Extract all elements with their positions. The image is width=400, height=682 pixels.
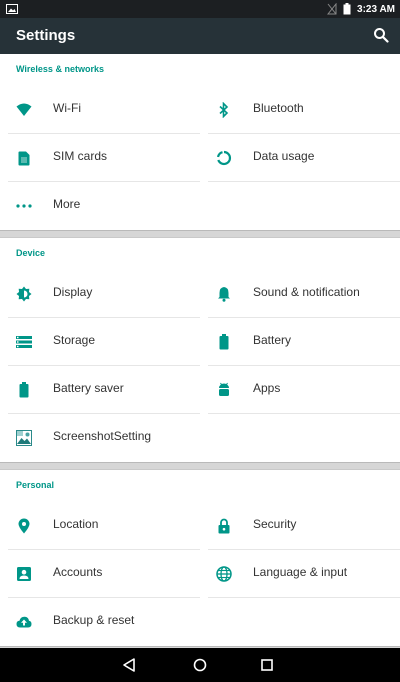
image-icon xyxy=(6,4,18,14)
wifi-icon xyxy=(16,102,32,118)
settings-item-backup-reset[interactable]: Backup & reset xyxy=(8,598,200,646)
search-icon[interactable] xyxy=(373,27,389,43)
settings-item-label: Security xyxy=(253,517,297,531)
bell-icon xyxy=(216,286,232,302)
settings-item-label: SIM cards xyxy=(53,149,108,163)
settings-list[interactable]: Wireless & networks Wi-Fi Bluetooth SIM … xyxy=(0,54,400,648)
settings-item-sound-notification[interactable]: Sound & notification xyxy=(208,270,400,318)
settings-item-label: Battery saver xyxy=(53,381,124,395)
section-wireless-networks: Wireless & networks Wi-Fi Bluetooth SIM … xyxy=(0,54,400,230)
empty-tile xyxy=(208,182,400,230)
empty-tile xyxy=(208,598,400,646)
settings-item-sim-cards[interactable]: SIM cards xyxy=(8,134,200,182)
section-header: Wireless & networks xyxy=(16,64,104,74)
settings-item-label: ScreenshotSetting xyxy=(53,429,152,443)
storage-icon xyxy=(16,334,32,350)
sim-card-icon xyxy=(16,150,32,166)
android-icon xyxy=(216,382,232,398)
settings-item-screenshot-setting[interactable]: ScreenshotSetting xyxy=(8,414,200,462)
settings-item-accounts[interactable]: Accounts xyxy=(8,550,200,598)
empty-tile xyxy=(208,414,400,462)
settings-item-apps[interactable]: Apps xyxy=(208,366,400,414)
settings-item-label: Accounts xyxy=(53,565,103,579)
home-icon[interactable] xyxy=(192,657,208,673)
location-icon xyxy=(16,518,32,534)
settings-item-language-input[interactable]: Language & input xyxy=(208,550,400,598)
section-divider xyxy=(0,230,400,238)
settings-item-label: Display xyxy=(53,285,93,299)
globe-icon xyxy=(216,566,232,582)
settings-item-wifi[interactable]: Wi-Fi xyxy=(8,86,200,134)
settings-item-battery[interactable]: Battery xyxy=(208,318,400,366)
cloud-upload-icon xyxy=(16,614,32,630)
settings-item-display[interactable]: Display xyxy=(8,270,200,318)
settings-item-location[interactable]: Location xyxy=(8,502,200,550)
bluetooth-icon xyxy=(216,102,232,118)
display-icon xyxy=(16,286,32,302)
settings-item-label: Sound & notification xyxy=(253,285,360,299)
settings-item-label: More xyxy=(53,197,81,211)
settings-item-storage[interactable]: Storage xyxy=(8,318,200,366)
settings-item-label: Apps xyxy=(253,381,281,395)
settings-item-label: Storage xyxy=(53,333,96,347)
recents-icon[interactable] xyxy=(259,657,275,673)
battery-icon xyxy=(343,3,351,15)
settings-item-bluetooth[interactable]: Bluetooth xyxy=(208,86,400,134)
battery-saver-icon xyxy=(16,382,32,398)
status-icons: 3:23 AM xyxy=(327,2,395,16)
status-time: 3:23 AM xyxy=(357,3,395,15)
section-header: Personal xyxy=(16,480,55,490)
toolbar: Settings xyxy=(0,18,400,54)
battery-icon xyxy=(216,334,232,350)
lock-icon xyxy=(216,518,232,534)
settings-item-data-usage[interactable]: Data usage xyxy=(208,134,400,182)
settings-item-label: Location xyxy=(53,517,99,531)
settings-item-security[interactable]: Security xyxy=(208,502,400,550)
settings-item-label: Bluetooth xyxy=(253,101,304,115)
back-icon[interactable] xyxy=(121,657,137,673)
settings-item-label: Data usage xyxy=(253,149,315,163)
page-title: Settings xyxy=(16,27,76,44)
status-bar: 3:23 AM xyxy=(0,0,400,18)
settings-item-more[interactable]: More xyxy=(8,182,200,230)
screenshot-icon xyxy=(16,430,32,446)
section-personal: Personal Location Security Accounts Lang… xyxy=(0,470,400,646)
settings-item-label: Language & input xyxy=(253,565,348,579)
settings-item-label: Wi-Fi xyxy=(53,101,81,115)
settings-item-label: Battery xyxy=(253,333,292,347)
more-icon xyxy=(16,198,32,214)
section-header: Device xyxy=(16,248,46,258)
navigation-bar xyxy=(0,648,400,682)
data-usage-icon xyxy=(216,150,232,166)
settings-item-label: Backup & reset xyxy=(53,613,135,627)
settings-item-battery-saver[interactable]: Battery saver xyxy=(8,366,200,414)
signal-off-icon xyxy=(327,3,337,15)
section-device: Device Display Sound & notification Stor… xyxy=(0,238,400,462)
section-divider xyxy=(0,462,400,470)
account-icon xyxy=(16,566,32,582)
